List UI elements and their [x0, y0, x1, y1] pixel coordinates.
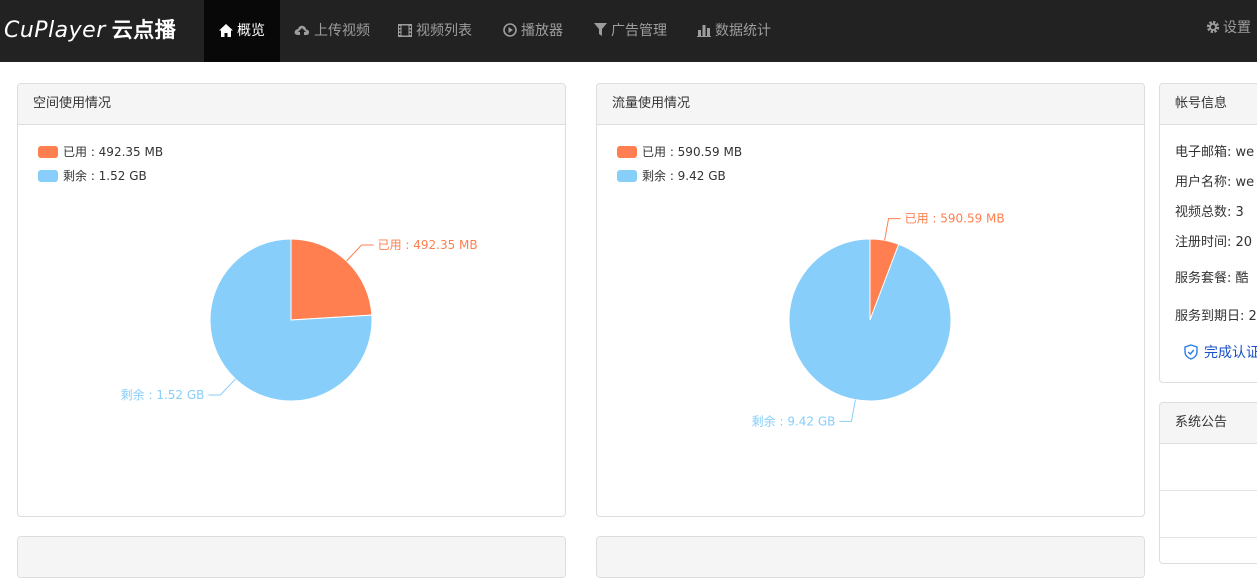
pie-label-line: [208, 378, 236, 396]
nav-item-stats[interactable]: 数据统计: [697, 0, 771, 62]
nav-item-ads[interactable]: 广告管理: [594, 0, 667, 62]
notice-divider: [1160, 490, 1257, 491]
nav-item-label: 数据统计: [715, 23, 771, 39]
filter-icon: [594, 23, 607, 36]
panel-title: 流量使用情况: [597, 84, 1144, 125]
nav-item-label: 视频列表: [416, 23, 472, 39]
nav-item-label: 广告管理: [611, 23, 667, 39]
panel-title: 系统公告: [1160, 403, 1257, 444]
bar-chart-icon: [697, 25, 711, 37]
system-notice-panel: 系统公告: [1159, 402, 1257, 564]
nav-item-player[interactable]: 播放器: [503, 0, 563, 62]
top-navbar: CuPlayer 云点播 概览 上传视频 视频列表 播放器 广告管理 数据统计 设…: [0, 0, 1257, 62]
pie-slice-used[interactable]: [290, 238, 373, 321]
info-register-time: 注册时间: 20: [1175, 235, 1253, 250]
pie-data-label: 已用 : 590.59 MB: [905, 212, 1005, 226]
traffic-pie-chart: 已用 : 590.59 MB 剩余 : 9.42 GB: [752, 212, 1005, 429]
gear-icon: [1206, 20, 1220, 34]
panel-title: 空间使用情况: [18, 84, 565, 125]
pie-data-label: 已用 : 492.35 MB: [378, 238, 478, 252]
settings-link[interactable]: 设置: [1206, 0, 1251, 62]
pie-data-label: 剩余 : 9.42 GB: [752, 413, 836, 428]
shield-check-icon: [1184, 344, 1198, 360]
notice-divider: [1160, 537, 1257, 538]
nav-item-video-list[interactable]: 视频列表: [398, 0, 472, 62]
nav-item-label: 播放器: [521, 23, 563, 39]
info-plan: 服务套餐: 酷: [1175, 271, 1249, 286]
pie-data-label: 剩余 : 1.52 GB: [121, 387, 205, 402]
pie-label-line: [839, 399, 856, 422]
space-usage-panel: 空间使用情况 已用 : 492.35 MB 剩余 : 1.52 GB 已用 : …: [17, 83, 566, 517]
panel-heading: [597, 537, 1144, 577]
brand-logo[interactable]: CuPlayer 云点播: [4, 14, 176, 44]
verify-link[interactable]: 完成认证: [1184, 342, 1257, 362]
traffic-usage-panel: 流量使用情况 已用 : 590.59 MB 剩余 : 9.42 GB 已用 : …: [596, 83, 1145, 517]
film-icon: [398, 24, 412, 37]
home-icon: [219, 24, 233, 37]
panel-title: 帐号信息: [1160, 84, 1257, 125]
nav-item-label: 上传视频: [314, 23, 370, 39]
lower-middle-panel: [596, 536, 1145, 578]
account-info-panel: 帐号信息 电子邮箱: we 用户名称: we 视频总数: 3 注册时间: 20 …: [1159, 83, 1257, 383]
panel-heading: [18, 537, 565, 577]
space-pie-chart: 已用 : 492.35 MB 剩余 : 1.52 GB: [121, 238, 478, 402]
info-email: 电子邮箱: we: [1175, 145, 1255, 160]
nav-item-upload[interactable]: 上传视频: [294, 0, 370, 62]
cloud-upload-icon: [294, 25, 310, 35]
pie-slice-remain[interactable]: [788, 238, 952, 402]
nav-item-overview[interactable]: 概览: [204, 0, 280, 62]
nav-item-label: 概览: [237, 23, 265, 39]
pie-label-line: [346, 244, 374, 262]
info-expiry: 服务到期日: 2: [1175, 309, 1257, 324]
play-circle-icon: [503, 23, 517, 37]
info-username: 用户名称: we: [1175, 175, 1255, 190]
lower-left-panel: [17, 536, 566, 578]
pie-label-line: [884, 218, 901, 241]
info-video-count: 视频总数: 3: [1175, 205, 1244, 220]
